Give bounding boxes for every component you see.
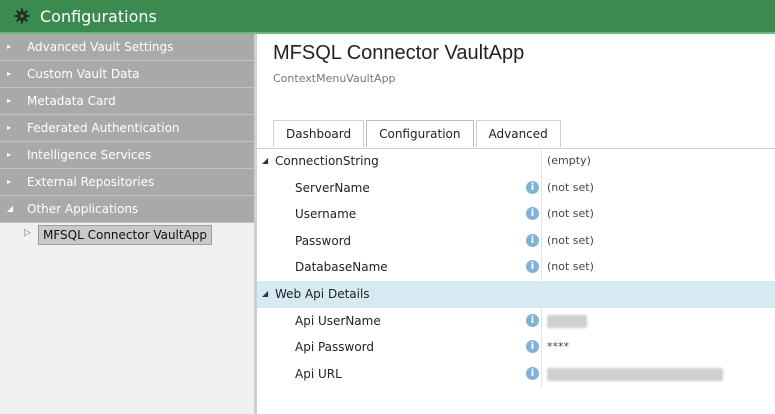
gear-icon bbox=[14, 8, 30, 24]
main-panel: MFSQL Connector VaultApp ContextMenuVaul… bbox=[257, 34, 775, 414]
group-label: ConnectionString bbox=[275, 154, 379, 168]
redacted-value[interactable] bbox=[547, 314, 587, 328]
tab-dashboard[interactable]: Dashboard bbox=[273, 120, 365, 147]
tab-advanced[interactable]: Advanced bbox=[475, 120, 561, 147]
sidebar-item-custom-vault-data[interactable]: ▸ Custom Vault Data bbox=[0, 61, 254, 88]
sidebar-item-advanced-vault-settings[interactable]: ▸ Advanced Vault Settings bbox=[0, 34, 254, 61]
sidebar-item-label: External Repositories bbox=[27, 175, 155, 189]
page-subtitle: ContextMenuVaultApp bbox=[273, 72, 396, 85]
field-database-name[interactable]: DatabaseName i (not set) bbox=[257, 254, 775, 281]
sidebar: ▸ Advanced Vault Settings ▸ Custom Vault… bbox=[0, 34, 257, 414]
chevron-right-icon: ▸ bbox=[7, 150, 12, 159]
field-label: DatabaseName bbox=[295, 260, 388, 275]
sidebar-item-other-applications[interactable]: ◢ Other Applications bbox=[0, 196, 254, 223]
column-divider bbox=[541, 254, 542, 281]
field-api-url[interactable]: Api URL i bbox=[257, 360, 775, 388]
group-web-api-details[interactable]: ◢ Web Api Details bbox=[257, 280, 775, 308]
field-value[interactable]: (not set) bbox=[547, 175, 594, 201]
tab-configuration[interactable]: Configuration bbox=[366, 120, 474, 147]
chevron-down-icon: ◢ bbox=[7, 204, 14, 213]
field-value[interactable]: (not set) bbox=[547, 201, 594, 227]
column-divider bbox=[541, 201, 542, 228]
info-icon[interactable]: i bbox=[526, 207, 539, 221]
group-value: (empty) bbox=[547, 154, 591, 167]
info-icon[interactable]: i bbox=[526, 233, 539, 247]
field-server-name[interactable]: ServerName i (not set) bbox=[257, 174, 775, 202]
column-divider bbox=[541, 148, 542, 175]
expand-arrow-icon[interactable]: ▷ bbox=[24, 228, 31, 238]
sidebar-item-intelligence-services[interactable]: ▸ Intelligence Services bbox=[0, 142, 254, 169]
field-label: Api URL bbox=[295, 366, 342, 381]
chevron-right-icon: ▸ bbox=[7, 177, 12, 186]
column-divider bbox=[541, 307, 542, 335]
field-api-username[interactable]: Api UserName i bbox=[257, 307, 775, 335]
redacted-value[interactable] bbox=[547, 367, 723, 381]
column-divider bbox=[541, 174, 542, 202]
field-password[interactable]: Password i (not set) bbox=[257, 227, 775, 255]
column-divider bbox=[541, 360, 542, 388]
field-value[interactable]: **** bbox=[547, 334, 569, 360]
field-label: Username bbox=[295, 207, 357, 222]
sidebar-item-metadata-card[interactable]: ▸ Metadata Card bbox=[0, 88, 254, 115]
field-value[interactable]: (not set) bbox=[547, 228, 594, 254]
field-value[interactable]: (not set) bbox=[547, 254, 594, 280]
collapse-icon[interactable]: ◢ bbox=[262, 148, 268, 174]
sidebar-item-label: Custom Vault Data bbox=[27, 67, 140, 81]
chevron-right-icon: ▸ bbox=[7, 123, 12, 132]
page-title: MFSQL Connector VaultApp bbox=[273, 42, 525, 64]
collapse-icon[interactable]: ◢ bbox=[262, 281, 268, 307]
info-icon[interactable]: i bbox=[526, 366, 539, 380]
sidebar-child-mfsql-connector[interactable]: ▷ MFSQL Connector VaultApp bbox=[0, 225, 254, 245]
sidebar-item-label: Metadata Card bbox=[27, 94, 116, 108]
field-label: Api Password bbox=[295, 340, 375, 355]
field-username[interactable]: Username i (not set) bbox=[257, 201, 775, 228]
title-bar: Configurations bbox=[0, 0, 775, 32]
chevron-right-icon: ▸ bbox=[7, 42, 12, 51]
sidebar-item-label: Intelligence Services bbox=[27, 148, 152, 162]
info-icon[interactable]: i bbox=[526, 260, 539, 274]
field-api-password[interactable]: Api Password i **** bbox=[257, 334, 775, 361]
column-divider bbox=[541, 334, 542, 361]
tab-bar: Dashboard Configuration Advanced bbox=[273, 120, 563, 148]
column-divider bbox=[541, 280, 542, 308]
property-grid: ◢ ConnectionString (empty) ServerName i … bbox=[257, 148, 775, 388]
chevron-right-icon: ▸ bbox=[7, 96, 12, 105]
column-divider bbox=[541, 227, 542, 255]
sidebar-item-external-repositories[interactable]: ▸ External Repositories bbox=[0, 169, 254, 196]
sidebar-item-label: Other Applications bbox=[27, 202, 139, 216]
field-label: ServerName bbox=[295, 180, 370, 195]
sidebar-item-federated-authentication[interactable]: ▸ Federated Authentication bbox=[0, 115, 254, 142]
group-label: Web Api Details bbox=[275, 286, 370, 301]
field-label: Api UserName bbox=[295, 313, 381, 328]
sidebar-child-label[interactable]: MFSQL Connector VaultApp bbox=[38, 225, 213, 245]
info-icon[interactable]: i bbox=[526, 313, 539, 327]
info-icon[interactable]: i bbox=[526, 180, 539, 194]
sidebar-item-label: Federated Authentication bbox=[27, 121, 180, 135]
window-title: Configurations bbox=[40, 6, 157, 26]
sidebar-item-label: Advanced Vault Settings bbox=[27, 40, 174, 54]
field-label: Password bbox=[295, 233, 352, 248]
group-connection-string[interactable]: ◢ ConnectionString (empty) bbox=[257, 148, 775, 175]
info-icon[interactable]: i bbox=[526, 340, 539, 354]
chevron-right-icon: ▸ bbox=[7, 69, 12, 78]
